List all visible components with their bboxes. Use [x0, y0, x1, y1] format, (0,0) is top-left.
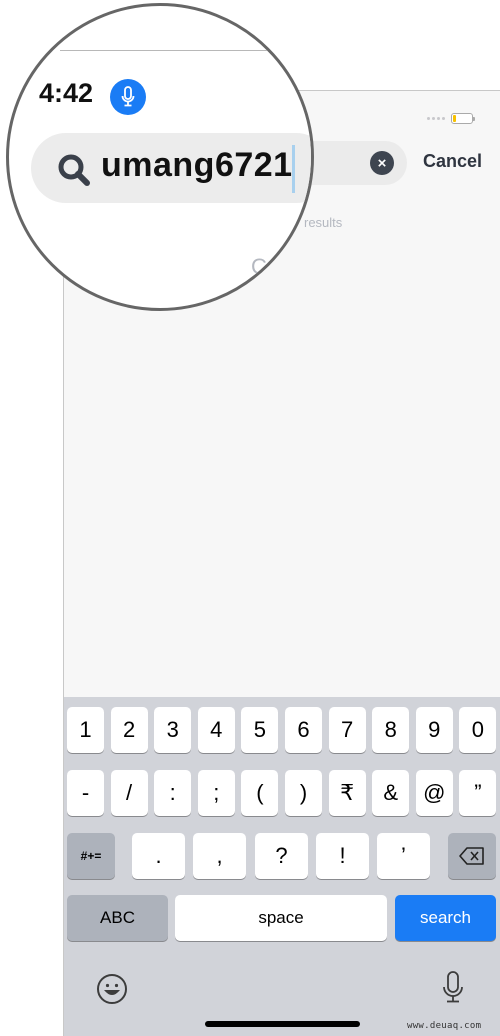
key-label: ₹	[340, 780, 355, 805]
dictation-microphone-icon[interactable]	[441, 970, 465, 1011]
key-punctuation[interactable]: !	[316, 833, 369, 879]
key-label: -	[81, 780, 90, 805]
key-digit[interactable]: 1	[67, 707, 104, 753]
key-label: space	[258, 908, 304, 927]
abc-key[interactable]: ABC	[67, 895, 168, 941]
key-digit[interactable]: 5	[241, 707, 279, 753]
key-symbol[interactable]: -	[67, 770, 104, 816]
screen-top-edge	[60, 50, 311, 51]
key-label: 2	[122, 717, 136, 742]
key-label: ?	[275, 843, 288, 868]
key-label: (	[256, 780, 264, 805]
key-digit[interactable]: 8	[372, 707, 410, 753]
key-punctuation[interactable]: .	[132, 833, 185, 879]
emoji-icon[interactable]	[96, 973, 128, 1010]
key-label: 4	[210, 717, 223, 742]
home-indicator[interactable]	[205, 1021, 360, 1027]
key-label: .	[155, 843, 162, 868]
search-icon	[57, 153, 91, 192]
key-label: 6	[297, 717, 310, 742]
key-symbol[interactable]: ₹	[328, 770, 366, 816]
key-label: 8	[384, 717, 397, 742]
key-label: 0	[471, 717, 485, 742]
backspace-key[interactable]	[448, 833, 496, 879]
key-symbol[interactable]: )	[285, 770, 322, 816]
space-key[interactable]: space	[175, 895, 387, 941]
screen-left-edge	[66, 288, 67, 308]
key-punctuation[interactable]: ’	[377, 833, 430, 879]
key-symbol[interactable]: /	[110, 770, 148, 816]
battery-low-icon	[451, 113, 475, 124]
watermark: www.deuaq.com	[407, 1021, 482, 1031]
key-label: 1	[79, 717, 92, 742]
key-label: #+=	[80, 849, 102, 863]
signal-dots-icon	[427, 117, 445, 120]
backspace-icon	[459, 847, 484, 865]
key-digit[interactable]: 4	[197, 707, 235, 753]
partial-text: Co	[251, 254, 280, 279]
status-bar-right	[427, 113, 475, 124]
search-input[interactable]: umang6721	[101, 146, 293, 185]
key-digit[interactable]: 2	[110, 707, 148, 753]
key-label: 7	[340, 717, 354, 742]
key-label: ,	[216, 843, 223, 868]
search-key[interactable]: search	[395, 895, 496, 941]
status-time: 4:42	[39, 78, 94, 108]
key-label: @	[423, 780, 446, 805]
key-punctuation[interactable]: ?	[255, 833, 308, 879]
key-label: :	[169, 780, 176, 805]
key-label: ”	[474, 780, 482, 805]
key-symbol[interactable]: (	[241, 770, 279, 816]
key-more-symbols[interactable]: #+=	[67, 833, 115, 879]
text-cursor	[292, 145, 295, 193]
key-symbol[interactable]: &	[372, 770, 410, 816]
key-digit[interactable]: 3	[154, 707, 192, 753]
cancel-button[interactable]: Cancel	[423, 151, 482, 172]
key-digit[interactable]: 6	[285, 707, 322, 753]
key-symbol[interactable]: @	[415, 770, 453, 816]
key-punctuation[interactable]: ,	[193, 833, 246, 879]
key-label: 3	[166, 717, 179, 742]
key-label: &	[383, 780, 399, 805]
key-symbol[interactable]: ”	[459, 770, 497, 816]
key-digit[interactable]: 9	[415, 707, 453, 753]
key-symbol[interactable]: :	[154, 770, 192, 816]
clear-icon[interactable]: ×	[370, 151, 394, 175]
key-label: 9	[428, 717, 441, 742]
key-label: /	[126, 780, 133, 805]
key-label: ’	[401, 843, 406, 868]
magnifier-callout: 4:42 umang6721 Co	[6, 3, 314, 311]
key-label: search	[419, 908, 472, 927]
key-digit[interactable]: 0	[459, 707, 497, 753]
key-label: ;	[213, 780, 220, 805]
microphone-icon	[110, 79, 146, 115]
key-label: 5	[253, 717, 267, 742]
key-label: !	[339, 843, 346, 868]
key-label: ABC	[100, 908, 135, 927]
key-symbol[interactable]: ;	[197, 770, 235, 816]
key-digit[interactable]: 7	[328, 707, 366, 753]
key-label: )	[299, 780, 308, 805]
